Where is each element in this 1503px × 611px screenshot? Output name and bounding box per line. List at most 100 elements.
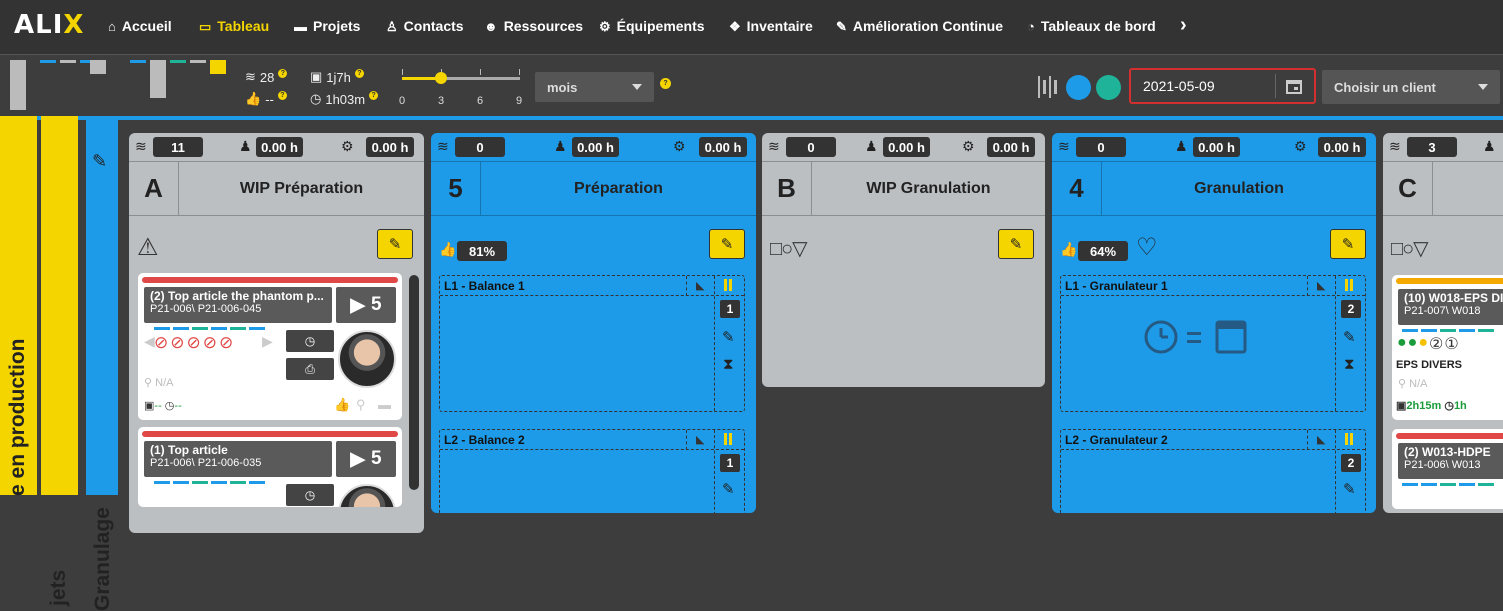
help-icon[interactable]: ? <box>277 90 287 100</box>
magic-wand-button[interactable]: ✎ <box>998 229 1034 259</box>
production-line[interactable]: L1 - Granulateur 1 ◣ 2 ✎ ⧗ <box>1060 275 1366 412</box>
client-select[interactable]: Choisir un client <box>1322 70 1500 104</box>
clock-icon: ◷ <box>164 400 175 412</box>
hourglass-icon[interactable]: ⧗ <box>723 356 734 373</box>
divider <box>1275 74 1276 98</box>
nav-tableau[interactable]: ▭ Tableau <box>199 18 269 34</box>
nav-label: Équipements <box>616 18 705 34</box>
date-row: ▣2h15m ◷1h <box>1396 399 1467 412</box>
nav-inventaire[interactable]: ❖ Inventaire <box>729 18 813 34</box>
column-title[interactable] <box>1433 162 1503 215</box>
slider-label: 9 <box>515 95 523 107</box>
nav-amelioration[interactable]: ✎ Amélioration Continue <box>836 18 1003 34</box>
card-subtitle: P21-007\ W018 <box>1404 305 1481 317</box>
column-title[interactable]: WIP Préparation <box>179 162 424 215</box>
card-header[interactable]: (2) Top article the phantom p... P21-006\… <box>144 287 332 323</box>
column-title[interactable]: WIP Granulation <box>812 162 1045 215</box>
comment-icon[interactable]: ▬ <box>378 397 391 412</box>
pause-icon[interactable] <box>1345 279 1353 291</box>
card-title: (10) W018-EPS DI <box>1404 291 1503 305</box>
step-count-button[interactable]: ▶ 5 <box>336 441 396 477</box>
nav-tableaux-de-bord[interactable]: ◔ Tableaux de bord <box>1027 18 1156 34</box>
priority-bar <box>1396 278 1503 284</box>
band-production[interactable]: e en production › <box>0 116 37 496</box>
pause-icon[interactable] <box>1345 433 1353 445</box>
divider <box>1335 430 1336 513</box>
line-badge: 1 <box>720 300 740 318</box>
hourglass-icon[interactable]: ⧗ <box>1344 356 1355 373</box>
column-title[interactable]: Granulation <box>1102 162 1376 215</box>
clock-button[interactable]: ◷ <box>286 484 334 506</box>
divider <box>686 276 687 296</box>
calendar-icon: ▣ <box>144 400 155 412</box>
alix-logo[interactable]: ALIX <box>14 10 84 40</box>
period-select[interactable]: mois <box>535 72 654 102</box>
chevron-right-icon[interactable]: ▶ <box>262 333 273 350</box>
date-input[interactable]: 2021-05-09 <box>1129 68 1316 104</box>
progress-stripes <box>1402 329 1494 332</box>
heartbeat-icon[interactable]: ♡ <box>1136 233 1158 262</box>
clock-button[interactable]: ◷ <box>286 330 334 352</box>
magic-wand-icon[interactable]: ✎ <box>1343 328 1356 346</box>
production-line[interactable]: L2 - Granulateur 2 ◣ 2 ✎ <box>1060 429 1366 513</box>
paperclip-icon[interactable]: ⚲ <box>356 397 366 413</box>
nav-equipements[interactable]: ⚙ Équipements <box>599 18 705 34</box>
order-card[interactable]: (2) W013-HDPE P21-006\ W013 <box>1392 429 1503 509</box>
cogs-icon: ⚙ <box>599 18 611 34</box>
nav-contacts[interactable]: ♙ Contacts <box>386 18 464 34</box>
production-line[interactable]: L1 - Balance 1 ◣ 1 ✎ ⧗ <box>439 275 745 412</box>
teal-dot-toggle[interactable] <box>1096 75 1121 100</box>
print-button[interactable]: ⎙ <box>286 358 334 380</box>
person-icon: ♙ <box>386 18 398 34</box>
avatar[interactable] <box>338 484 396 507</box>
band-projets[interactable]: jets <box>41 116 78 606</box>
stack-count: 0 <box>786 137 836 157</box>
column-scrollbar[interactable] <box>409 275 419 490</box>
magic-wand-icon[interactable]: ✎ <box>722 328 735 346</box>
warning-icon[interactable]: ⚠ <box>137 233 159 262</box>
nav-accueil[interactable]: ⌂ Accueil <box>108 18 172 34</box>
order-card[interactable]: (10) W018-EPS DI P21-007\ W018 ● ● ● ② ① EPS … <box>1392 275 1503 420</box>
slider-handle[interactable] <box>435 72 448 84</box>
help-icon[interactable]: ? <box>354 68 364 78</box>
card-header[interactable]: (2) W013-HDPE P21-006\ W013 <box>1398 443 1503 479</box>
magic-wand-button[interactable]: ✎ <box>1330 229 1366 259</box>
pause-icon[interactable] <box>724 433 732 445</box>
client-select-value: Choisir un client <box>1334 79 1436 95</box>
nav-ressources[interactable]: ☻ Ressources <box>484 18 583 34</box>
pause-icon[interactable] <box>724 279 732 291</box>
line-badge: 2 <box>1341 454 1361 472</box>
thumbs-up-icon[interactable]: 👍 <box>334 397 350 413</box>
help-icon[interactable]: ? <box>660 78 671 89</box>
band-granulage[interactable]: ✎ Granulage <box>86 116 118 611</box>
magic-wand-button[interactable]: ✎ <box>709 229 745 259</box>
shapes-icon: □○▽ <box>1391 238 1429 260</box>
range-slider[interactable]: 0 3 6 9 <box>399 68 522 108</box>
priority-bar <box>142 431 398 437</box>
barcode-icon[interactable] <box>1037 76 1061 98</box>
magic-wand-button[interactable]: ✎ <box>377 229 413 259</box>
nav-more-chevron-icon[interactable]: › <box>1180 14 1187 37</box>
stat-time1-value: 1j7h <box>326 69 351 85</box>
card-subtitle: P21-006\ P21-006-035 <box>150 457 262 469</box>
avatar[interactable] <box>338 330 396 388</box>
magic-wand-icon[interactable]: ✎ <box>722 480 735 498</box>
order-card[interactable]: (2) Top article the phantom p... P21-006\… <box>138 273 402 420</box>
blue-dot-toggle[interactable] <box>1066 75 1091 100</box>
order-card[interactable]: (1) Top article P21-006\ P21-006-035 ▶ 5 ◷ <box>138 427 402 507</box>
card-header[interactable]: (1) Top article P21-006\ P21-006-035 <box>144 441 332 477</box>
help-icon[interactable]: ? <box>369 90 379 100</box>
magic-wand-icon[interactable]: ✎ <box>1343 480 1356 498</box>
nav-projets[interactable]: ▬ Projets <box>294 18 360 34</box>
step-count-button[interactable]: ▶ 5 <box>336 287 396 323</box>
mini-load-chart[interactable] <box>10 60 230 112</box>
magic-wand-icon[interactable]: ✎ <box>92 151 107 172</box>
column-title[interactable]: Préparation <box>481 162 756 215</box>
toolbar-divider <box>0 116 1503 120</box>
card-header[interactable]: (10) W018-EPS DI P21-007\ W018 <box>1398 289 1503 325</box>
help-icon[interactable]: ? <box>278 68 288 78</box>
production-line[interactable]: L2 - Balance 2 ◣ 1 ✎ <box>439 429 745 513</box>
gauge-icon: ◔ <box>1027 18 1035 34</box>
nav-label: Ressources <box>503 18 584 34</box>
calendar-icon[interactable] <box>1286 78 1302 94</box>
